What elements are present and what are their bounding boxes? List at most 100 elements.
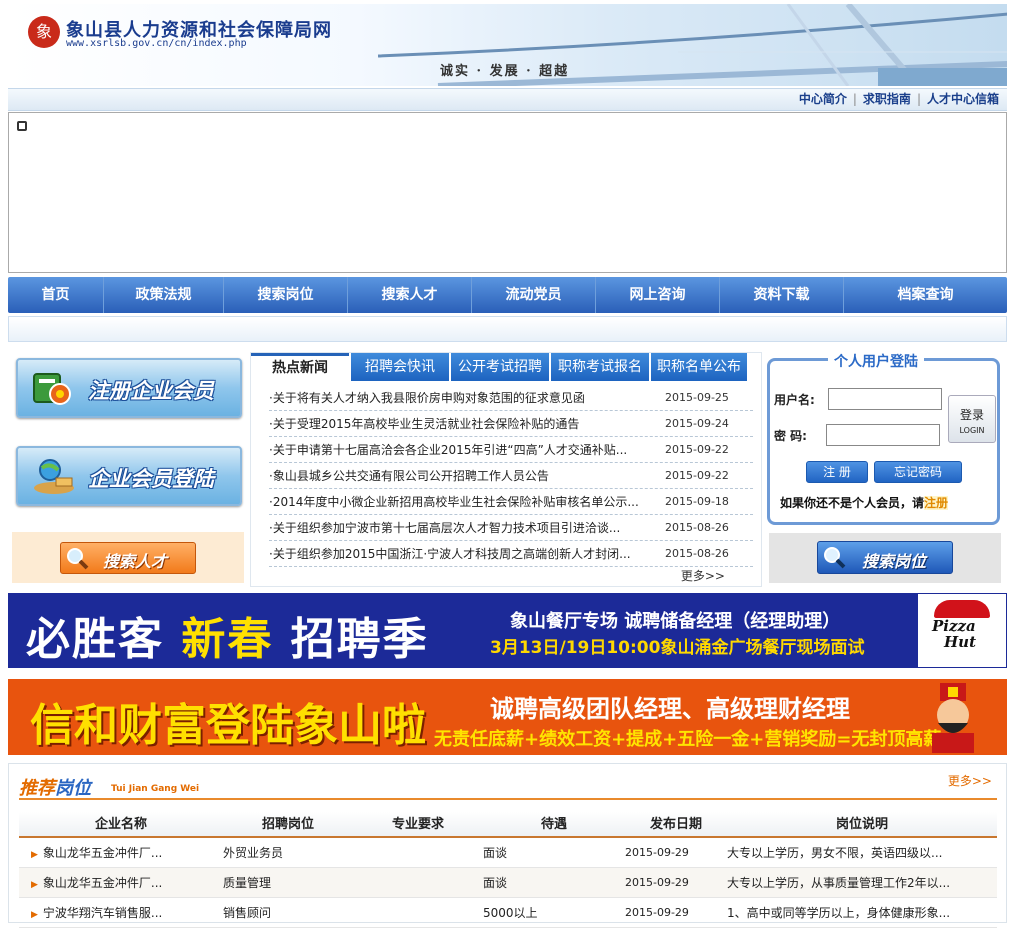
- company-name[interactable]: 宁波华翔汽车销售服...: [43, 906, 162, 920]
- tab-hot-news[interactable]: 热点新闻: [251, 353, 349, 381]
- position-cell[interactable]: 外贸业务员: [223, 838, 353, 867]
- banner2-line2: 无责任底薪+绩效工资+提成+五险一金+营销奖励=无封顶高薪: [434, 729, 942, 750]
- tab-public-exam[interactable]: 公开考试招聘: [451, 353, 549, 381]
- divider: [19, 798, 997, 800]
- search-talent-label: 搜索人才: [103, 552, 168, 571]
- banner2-line1: 诚聘高级团队经理、高级理财经理: [490, 695, 850, 723]
- company-cell[interactable]: ▶ 象山龙华五金冲件厂...: [19, 868, 223, 897]
- table-row[interactable]: ▶ 宁波华翔汽车销售服... 销售顾问 5000以上 2015-09-29 1、高…: [19, 898, 997, 928]
- left-column: 注册企业会员 企业会员登陆 搜索人才: [10, 350, 246, 583]
- news-title[interactable]: ·关于组织参加2015中国浙江·宁波人才科技周之高端创新人才封闭...: [269, 541, 641, 566]
- tab-title-list[interactable]: 职称名单公布: [651, 353, 747, 381]
- username-label: 用户名:: [774, 393, 815, 407]
- news-panel: 热点新闻 招聘会快讯 公开考试招聘 职称考试报名 职称名单公布 ·关于将有关人才…: [250, 352, 762, 587]
- company-name[interactable]: 象山龙华五金冲件厂...: [43, 876, 162, 890]
- recommend-more-link[interactable]: 更多>>: [948, 772, 992, 789]
- site-logo-icon[interactable]: 象: [28, 16, 60, 48]
- pizza-hut-roof-icon: [934, 600, 990, 618]
- magnifier-icon: [67, 548, 89, 570]
- register-company-label: 注册企业会员: [88, 379, 214, 403]
- col-major: 专业要求: [391, 817, 444, 832]
- news-date: 2015-08-26: [665, 547, 729, 560]
- toplink-mailbox[interactable]: 人才中心信箱: [927, 92, 999, 106]
- forgot-password-button[interactable]: 忘记密码: [874, 461, 962, 483]
- password-input[interactable]: [826, 424, 940, 446]
- news-date: 2015-09-18: [665, 495, 729, 508]
- news-date: 2015-09-22: [665, 443, 729, 456]
- major-cell: [353, 838, 483, 867]
- fortune-god-mascot-icon: [932, 683, 974, 753]
- nav-archive-query[interactable]: 档案查询: [844, 277, 1007, 313]
- news-title[interactable]: ·象山县城乡公共交通有限公司公开招聘工作人员公告: [269, 463, 641, 488]
- pizza-hut-banner[interactable]: 必胜客 新春 招聘季 象山餐厅专场 诚聘储备经理（经理助理） 3月13日/19日…: [8, 593, 1007, 668]
- news-date: 2015-09-24: [665, 417, 729, 430]
- table-row[interactable]: ▶ 象山龙华五金冲件厂... 外贸业务员 面谈 2015-09-29 大专以上学历…: [19, 838, 997, 868]
- list-item[interactable]: ·关于受理2015年高校毕业生灵活就业社会保险补贴的通告 2015-09-24: [269, 411, 753, 437]
- date-cell: 2015-09-29: [625, 876, 689, 889]
- arrow-icon: ▶: [31, 910, 38, 920]
- news-title[interactable]: ·关于将有关人才纳入我县限价房申购对象范围的征求意见函: [269, 385, 641, 410]
- news-title[interactable]: ·关于受理2015年高校毕业生灵活就业社会保险补贴的通告: [269, 411, 641, 436]
- news-more-link[interactable]: 更多>>: [681, 567, 725, 584]
- news-date: 2015-09-22: [665, 469, 729, 482]
- username-input[interactable]: [828, 388, 942, 410]
- major-cell: [353, 868, 483, 897]
- recommended-jobs-section: 推荐岗位 Tui Jian Gang Wei 更多>> 企业名称 招聘岗位 专业…: [8, 763, 1007, 928]
- search-jobs-label: 搜索岗位: [862, 552, 927, 571]
- news-list: ·关于将有关人才纳入我县限价房申购对象范围的征求意见函 2015-09-25 ·关…: [251, 381, 761, 567]
- logo-text-line2: Hut: [944, 633, 977, 651]
- news-date: 2015-08-26: [665, 521, 729, 534]
- register-icon: [33, 373, 71, 405]
- date-cell: 2015-09-29: [625, 846, 689, 859]
- news-title[interactable]: ·2014年度中小微企业新招用高校毕业生社会保险补贴审核名单公示...: [269, 489, 641, 514]
- login-button-label-en: LOGIN: [959, 426, 985, 435]
- table-row[interactable]: ▶ 象山龙华五金冲件厂... 质量管理 面谈 2015-09-29 大专以上学历，…: [19, 868, 997, 898]
- list-item[interactable]: ·2014年度中小微企业新招用高校毕业生社会保险补贴审核名单公示... 2015-…: [269, 489, 753, 515]
- plugin-placeholder-icon: [17, 121, 27, 131]
- news-tabs: 热点新闻 招聘会快讯 公开考试招聘 职称考试报名 职称名单公布: [251, 353, 761, 381]
- register-link[interactable]: 注册: [924, 496, 949, 510]
- toplink-job-guide[interactable]: 求职指南: [863, 92, 911, 106]
- company-cell[interactable]: ▶ 象山龙华五金冲件厂...: [19, 838, 223, 867]
- position-cell[interactable]: 质量管理: [223, 868, 353, 897]
- tab-title-exam[interactable]: 职称考试报名: [551, 353, 649, 381]
- register-company-button[interactable]: 注册企业会员: [16, 358, 242, 418]
- xinhe-wealth-banner[interactable]: 信和财富登陆象山啦 诚聘高级团队经理、高级理财经理 无责任底薪+绩效工资+提成+…: [8, 679, 1007, 755]
- nav-downloads[interactable]: 资料下载: [720, 277, 844, 313]
- company-name[interactable]: 象山龙华五金冲件厂...: [43, 846, 162, 860]
- section-title: 推荐岗位: [19, 774, 91, 800]
- login-title: 个人用户登陆: [828, 351, 924, 371]
- flash-banner-area[interactable]: [8, 112, 1007, 273]
- news-title[interactable]: ·关于组织参加宁波市第十七届高层次人才智力技术项目引进洽谈...: [269, 515, 641, 540]
- list-item[interactable]: ·关于申请第十七届高洽会各企业2015年引进“四高”人才交通补贴... 2015-…: [269, 437, 753, 463]
- list-item[interactable]: ·关于将有关人才纳入我县限价房申购对象范围的征求意见函 2015-09-25: [269, 385, 753, 411]
- search-talent-panel: 搜索人才: [12, 532, 244, 583]
- desc-cell: 大专以上学历，男女不限，英语四级以...: [727, 846, 943, 860]
- pay-cell: 面谈: [483, 876, 508, 890]
- desc-cell: 大专以上学历，从事质量管理工作2年以...: [727, 876, 951, 890]
- search-jobs-button[interactable]: 搜索岗位: [817, 541, 953, 574]
- col-pay: 待遇: [540, 817, 567, 832]
- login-button[interactable]: 登录 LOGIN: [948, 395, 996, 443]
- col-date: 发布日期: [649, 817, 702, 832]
- nav-search-talent[interactable]: 搜索人才: [348, 277, 472, 313]
- news-title[interactable]: ·关于申请第十七届高洽会各企业2015年引进“四高”人才交通补贴...: [269, 437, 641, 462]
- nav-policies[interactable]: 政策法规: [104, 277, 224, 313]
- title-part-a: 推荐: [19, 778, 55, 799]
- toplink-about[interactable]: 中心简介: [799, 92, 847, 106]
- tab-job-fair[interactable]: 招聘会快讯: [351, 353, 449, 381]
- search-talent-button[interactable]: 搜索人才: [60, 542, 196, 574]
- list-item[interactable]: ·关于组织参加2015中国浙江·宁波人才科技周之高端创新人才封闭... 2015-…: [269, 541, 753, 567]
- list-item[interactable]: ·关于组织参加宁波市第十七届高层次人才智力技术项目引进洽谈... 2015-08-…: [269, 515, 753, 541]
- company-login-button[interactable]: 企业会员登陆: [16, 446, 242, 506]
- login-button-label: 登录: [959, 408, 984, 422]
- list-item[interactable]: ·象山县城乡公共交通有限公司公开招聘工作人员公告 2015-09-22: [269, 463, 753, 489]
- register-button[interactable]: 注 册: [806, 461, 868, 483]
- nav-party-members[interactable]: 流动党员: [472, 277, 596, 313]
- magnifier-icon: [824, 547, 846, 569]
- nav-online-consult[interactable]: 网上咨询: [596, 277, 720, 313]
- nav-home[interactable]: 首页: [8, 277, 104, 313]
- nav-search-jobs[interactable]: 搜索岗位: [224, 277, 348, 313]
- pizza-hut-logo-icon: Pizza Hut: [918, 594, 1006, 667]
- banner1-line1: 象山餐厅专场 诚聘储备经理（经理助理）: [510, 611, 841, 632]
